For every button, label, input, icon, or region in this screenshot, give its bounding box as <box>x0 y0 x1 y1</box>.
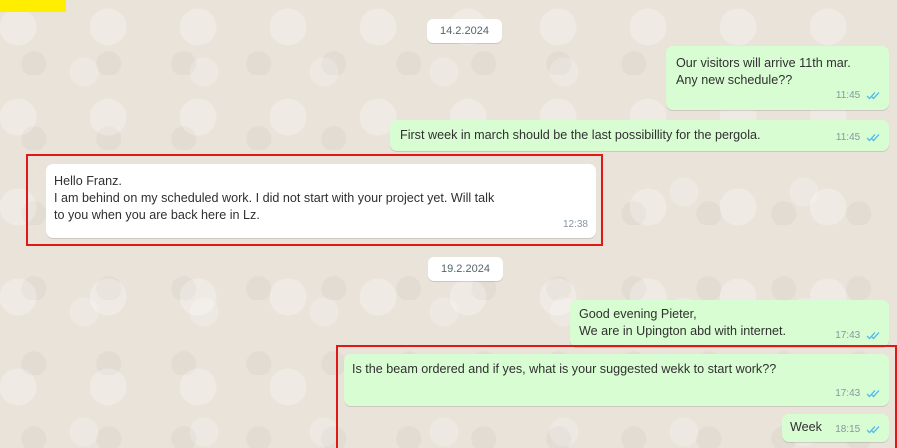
message-time: 11:45 <box>835 90 861 101</box>
yellow-highlight-mark <box>0 0 66 12</box>
date-label: 14.2.2024 <box>440 25 489 37</box>
double-check-read-icon <box>866 331 880 340</box>
double-check-read-icon <box>866 91 880 100</box>
message-time: 11:45 <box>835 132 861 143</box>
message-meta: 17:43 <box>835 327 881 344</box>
date-separator: 19.2.2024 <box>428 257 503 281</box>
highlight-box <box>26 154 603 246</box>
message-text: First week in march should be the last p… <box>400 128 761 142</box>
message-bubble-outgoing[interactable]: Good evening Pieter, We are in Upington … <box>570 300 889 347</box>
date-separator: 14.2.2024 <box>427 19 502 43</box>
date-label: 19.2.2024 <box>441 263 490 275</box>
message-text: Good evening Pieter, We are in Upington … <box>579 307 786 338</box>
message-meta: 11:45 <box>836 87 881 104</box>
message-time: 17:43 <box>835 330 861 341</box>
message-meta: 11:45 <box>836 129 881 146</box>
message-text: Our visitors will arrive 11th mar. Any n… <box>676 56 851 87</box>
message-bubble-outgoing[interactable]: Our visitors will arrive 11th mar. Any n… <box>666 46 889 110</box>
highlight-box <box>336 345 897 448</box>
message-bubble-outgoing[interactable]: First week in march should be the last p… <box>390 120 889 151</box>
double-check-read-icon <box>866 133 880 142</box>
